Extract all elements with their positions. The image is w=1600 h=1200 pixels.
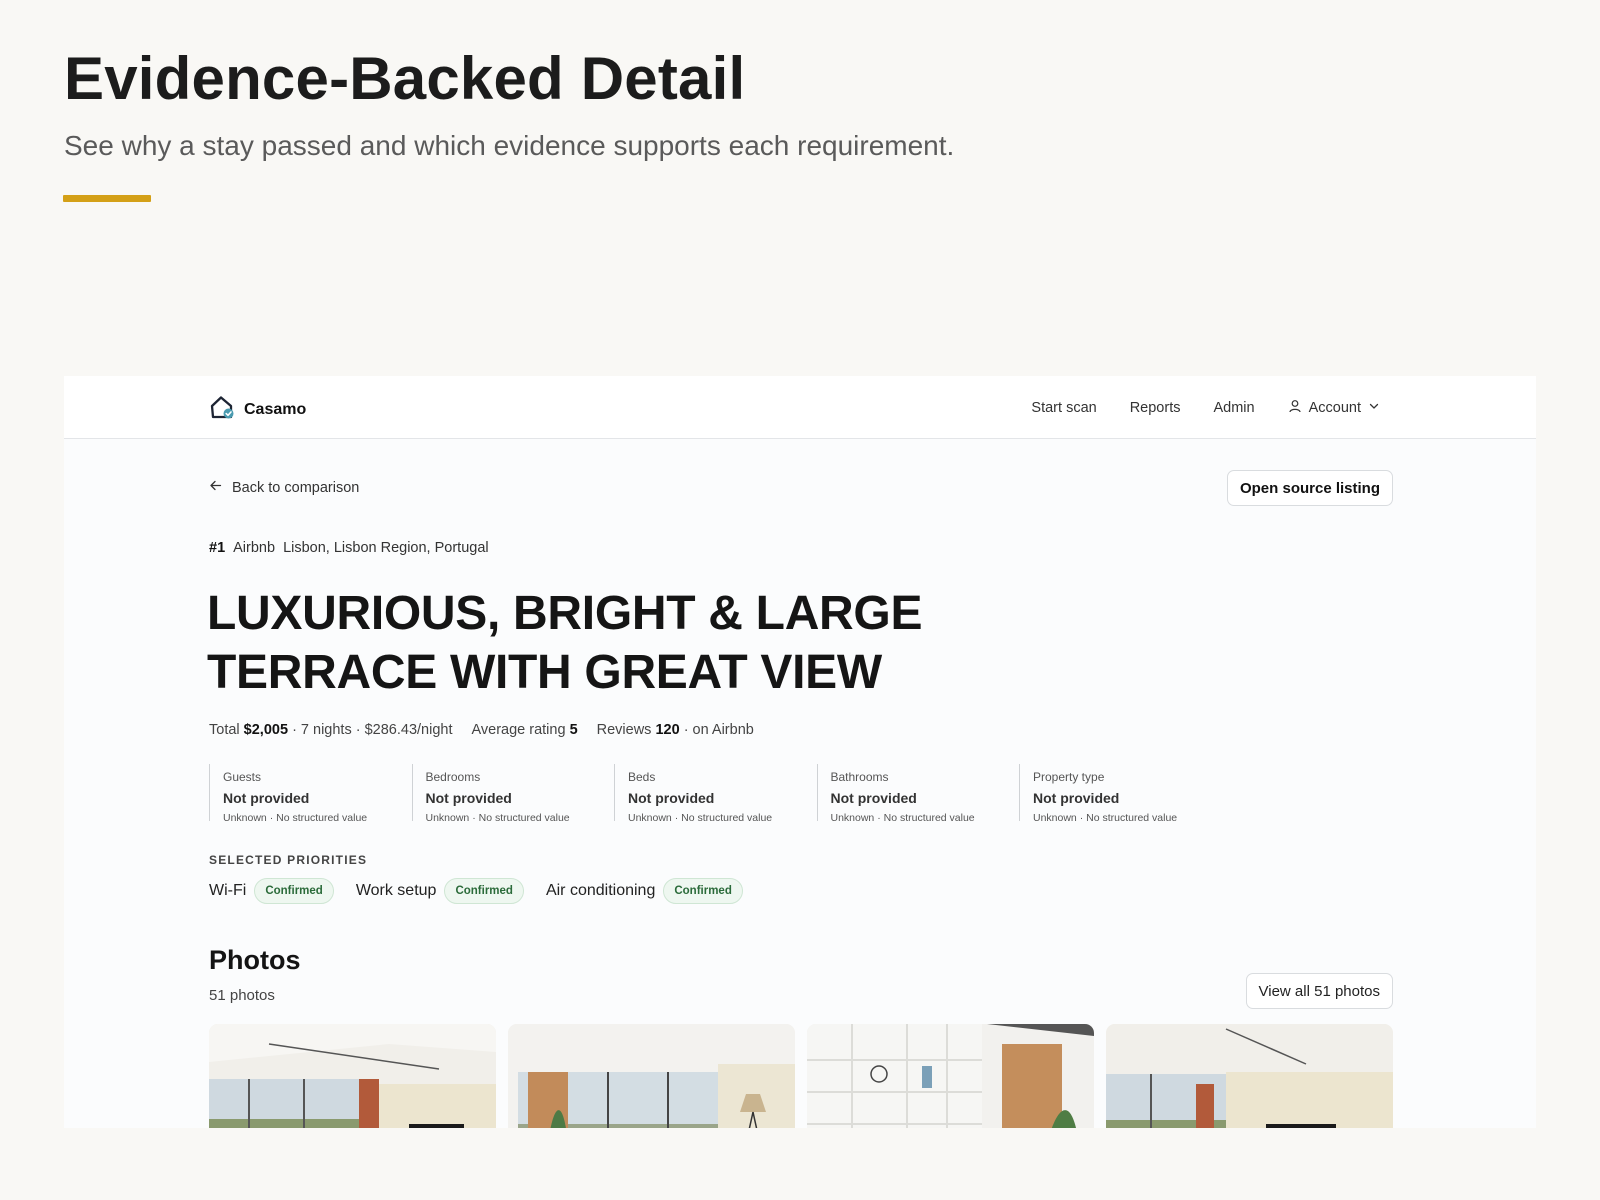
rank-label: #1 <box>209 540 226 556</box>
status-badge: Confirmed <box>444 878 524 904</box>
price-stat: Total $2,005 · 7 nights · $286.43/night <box>209 722 452 738</box>
priority-name: Wi-Fi <box>209 882 247 899</box>
brand-name: Casamo <box>244 400 307 418</box>
shelving-photo <box>807 1024 1094 1128</box>
photo-thumbnail[interactable] <box>508 1024 795 1128</box>
photo-thumbnail[interactable] <box>209 1024 496 1128</box>
fact-beds: Beds Not provided Unknown · No structure… <box>614 764 817 824</box>
nav-reports[interactable]: Reports <box>1130 400 1181 416</box>
living-room-photo <box>1106 1024 1393 1128</box>
fact-value: Not provided <box>223 790 310 806</box>
priority-wifi: Wi-Fi Confirmed <box>209 878 334 904</box>
terrace-view-photo <box>508 1024 795 1128</box>
listing-meta: #1 Airbnb Lisbon, Lisbon Region, Portuga… <box>209 540 489 556</box>
photos-heading: Photos <box>209 945 301 975</box>
fact-note: Unknown · No structured value <box>425 812 570 824</box>
chevron-down-icon <box>1368 400 1380 416</box>
fact-note: Unknown · No structured value <box>223 812 368 824</box>
priority-name: Work setup <box>355 882 437 899</box>
reviews-value: 120 <box>655 722 680 738</box>
fact-label: Guests <box>223 770 262 784</box>
fact-value: Not provided <box>425 790 512 806</box>
platform-label: Airbnb <box>233 540 276 556</box>
user-icon <box>1288 399 1302 417</box>
reviews-source: · on Airbnb <box>683 722 754 738</box>
total-value: $2,005 <box>243 722 289 738</box>
accent-bar <box>63 195 151 202</box>
fact-property-type: Property type Not provided Unknown · No … <box>1019 764 1222 824</box>
nav-links: Start scan Reports Admin Account <box>1031 399 1380 417</box>
back-link-label: Back to comparison <box>232 479 360 496</box>
photo-thumbnail[interactable] <box>1106 1024 1393 1128</box>
rating-label: Average rating <box>471 722 566 738</box>
status-badge: Confirmed <box>663 878 743 904</box>
house-check-icon <box>209 394 235 425</box>
slide-subtitle: See why a stay passed and which evidence… <box>64 130 955 161</box>
fact-label: Bathrooms <box>830 770 889 784</box>
fact-note: Unknown · No structured value <box>628 812 773 824</box>
listing-stats: Total $2,005 · 7 nights · $286.43/night … <box>209 722 754 738</box>
priority-name: Air conditioning <box>545 882 656 899</box>
fact-bathrooms: Bathrooms Not provided Unknown · No stru… <box>816 764 1020 824</box>
open-source-listing-button[interactable]: Open source listing <box>1226 470 1393 506</box>
account-label: Account <box>1308 400 1361 416</box>
reviews-label: Reviews <box>596 722 652 738</box>
app-screenshot: Casamo Start scan Reports Admin Account … <box>64 376 1536 1128</box>
rating-value: 5 <box>569 722 578 738</box>
living-room-photo <box>209 1024 496 1128</box>
fact-label: Beds <box>628 770 656 784</box>
arrow-left-icon <box>209 479 222 496</box>
fact-value: Not provided <box>830 790 917 806</box>
brand[interactable]: Casamo <box>209 394 306 425</box>
priorities-heading: SELECTED PRIORITIES <box>209 853 368 867</box>
priority-air-conditioning: Air conditioning Confirmed <box>546 878 743 904</box>
view-all-photos-button[interactable]: View all 51 photos <box>1245 973 1393 1009</box>
status-badge: Confirmed <box>254 878 334 904</box>
fact-guests: Guests Not provided Unknown · No structu… <box>209 764 412 824</box>
fact-bedrooms: Bedrooms Not provided Unknown · No struc… <box>411 764 615 824</box>
fact-note: Unknown · No structured value <box>830 812 975 824</box>
photo-thumbnail[interactable] <box>807 1024 1094 1128</box>
photo-strip <box>209 1024 1393 1128</box>
location-label: Lisbon, Lisbon Region, Portugal <box>283 540 489 556</box>
nav-admin[interactable]: Admin <box>1213 400 1254 416</box>
priority-work-setup: Work setup Confirmed <box>356 878 524 904</box>
top-nav: Casamo Start scan Reports Admin Account <box>64 376 1536 439</box>
total-label: Total <box>209 722 240 738</box>
fact-note: Unknown · No structured value <box>1033 812 1178 824</box>
slide-title: Evidence-Backed Detail <box>64 45 746 112</box>
facts-row: Guests Not provided Unknown · No structu… <box>209 764 1222 824</box>
fact-label: Bedrooms <box>425 770 481 784</box>
fact-label: Property type <box>1033 770 1105 784</box>
fact-value: Not provided <box>1033 790 1120 806</box>
photos-count: 51 photos <box>209 987 275 1004</box>
account-menu[interactable]: Account <box>1288 399 1380 417</box>
back-link[interactable]: Back to comparison <box>209 479 359 496</box>
nav-start-scan[interactable]: Start scan <box>1031 400 1096 416</box>
fact-value: Not provided <box>628 790 715 806</box>
priorities-list: Wi-Fi Confirmed Work setup Confirmed Air… <box>209 878 765 904</box>
rating-stat: Average rating 5 <box>471 722 577 738</box>
listing-title: LUXURIOUS, BRIGHT & LARGE TERRACE WITH G… <box>207 587 923 699</box>
reviews-stat: Reviews 120 · on Airbnb <box>597 722 754 738</box>
price-detail: · 7 nights · $286.43/night <box>292 722 453 738</box>
